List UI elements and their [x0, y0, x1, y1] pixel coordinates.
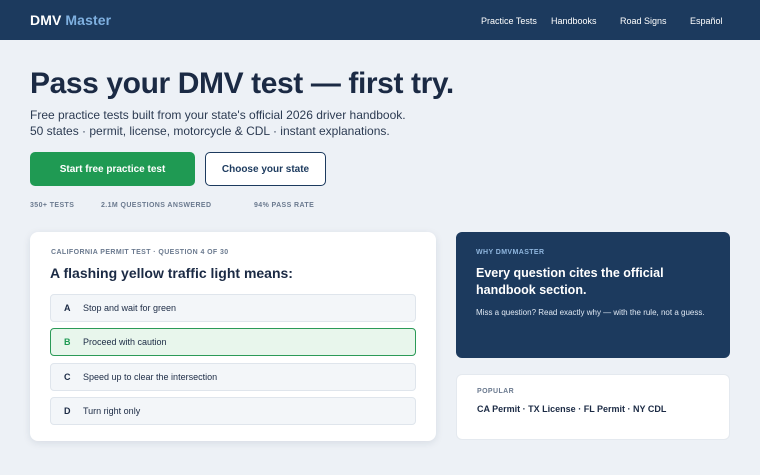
option-text: Proceed with caution — [83, 337, 167, 347]
why-dmvmaster-card: WHY DMVMASTER Every question cites the o… — [456, 232, 730, 358]
option-letter: C — [64, 372, 71, 382]
quiz-card: CALIFORNIA PERMIT TEST · QUESTION 4 OF 3… — [30, 232, 436, 441]
top-navigation-bar: DMV Master Practice Tests Handbooks Road… — [0, 0, 760, 40]
hero-subtitle-line-2: 50 states · permit, license, motorcycle … — [30, 124, 390, 138]
page-title: Pass your DMV test — first try. — [30, 67, 454, 100]
popular-links[interactable]: CA Permit · TX License · FL Permit · NY … — [477, 404, 666, 414]
option-letter: A — [64, 303, 71, 313]
logo-accent: Master — [65, 12, 112, 28]
hero-subtitle-line-1: Free practice tests built from your stat… — [30, 108, 406, 122]
quiz-question: A flashing yellow traffic light means: — [50, 265, 293, 281]
nav-road-signs[interactable]: Road Signs — [620, 16, 667, 26]
stat-tests: 350+ TESTS — [30, 202, 75, 209]
nav-practice-tests[interactable]: Practice Tests — [481, 16, 537, 26]
popular-card: POPULAR CA Permit · TX License · FL Perm… — [456, 374, 730, 440]
answer-option-d[interactable]: D Turn right only — [50, 397, 416, 425]
option-text: Stop and wait for green — [83, 303, 177, 313]
stat-questions-answered: 2.1M QUESTIONS ANSWERED — [101, 202, 212, 209]
option-text: Speed up to clear the intersection — [83, 372, 218, 382]
option-letter: D — [64, 406, 71, 416]
why-title: Every question cites the official handbo… — [476, 266, 664, 297]
answer-option-a[interactable]: A Stop and wait for green — [50, 294, 416, 322]
answer-option-c[interactable]: C Speed up to clear the intersection — [50, 363, 416, 391]
quiz-meta: CALIFORNIA PERMIT TEST · QUESTION 4 OF 3… — [51, 249, 229, 256]
option-letter: B — [64, 337, 71, 347]
nav-espanol[interactable]: Español — [690, 16, 723, 26]
answer-option-b[interactable]: B Proceed with caution — [50, 328, 416, 356]
logo[interactable]: DMV Master — [30, 12, 111, 28]
logo-primary: DMV — [30, 12, 62, 28]
why-kicker: WHY DMVMASTER — [476, 249, 545, 256]
option-text: Turn right only — [83, 406, 141, 416]
popular-kicker: POPULAR — [477, 388, 515, 395]
nav-handbooks[interactable]: Handbooks — [551, 16, 597, 26]
stat-pass-rate: 94% PASS RATE — [254, 202, 315, 209]
why-body: Miss a question? Read exactly why — with… — [476, 308, 705, 317]
start-practice-test-button[interactable]: Start free practice test — [30, 152, 195, 186]
choose-state-button[interactable]: Choose your state — [205, 152, 326, 186]
